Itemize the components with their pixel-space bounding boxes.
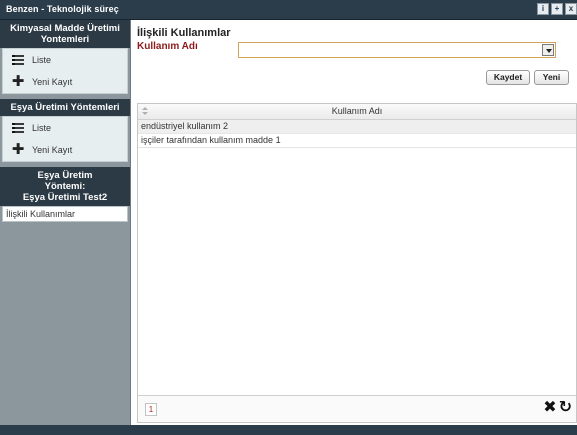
window-controls: i + x: [537, 3, 577, 15]
context-header: Eşya Üretim Yöntemi: Eşya Üretimi Test2: [0, 167, 130, 206]
sidebar-item-label: Liste: [32, 55, 52, 65]
close-icon[interactable]: x: [565, 3, 577, 15]
sidebar-item-label: Liste: [32, 123, 52, 133]
sidebar-item-article-list[interactable]: Liste: [3, 117, 127, 139]
sidebar: Kimyasal Madde Üretimi Yontemleri Liste …: [0, 20, 131, 425]
sidebar-item-label: Yeni Kayıt: [32, 77, 73, 87]
list-icon: [11, 121, 25, 135]
delete-icon[interactable]: ✖: [543, 399, 556, 417]
sidebar-item-article-new[interactable]: ✚ Yeni Kayıt: [3, 139, 127, 161]
page-number-button[interactable]: 1: [145, 403, 157, 416]
list-icon: [11, 53, 25, 67]
info-icon[interactable]: i: [537, 3, 549, 15]
usage-grid: Kullanım Adı endüstriyel kullanım 2 işçi…: [137, 103, 577, 423]
grid-header[interactable]: Kullanım Adı: [138, 104, 576, 120]
grid-footer-icons: ✖ ↻: [543, 399, 572, 417]
sidebar-item-label: Yeni Kayıt: [32, 145, 73, 155]
chevron-down-icon[interactable]: [542, 44, 554, 56]
new-button[interactable]: Yeni: [534, 70, 569, 85]
main-panel: İlişkili Kullanımlar Kullanım Adı Kaydet…: [131, 20, 577, 425]
context-header-line: Eşya Üretim: [37, 170, 93, 181]
context-header-line: Eşya Üretimi Test2: [22, 192, 108, 203]
table-row[interactable]: endüstriyel kullanım 2: [138, 120, 576, 134]
section-menu-chemical: Liste ✚ Yeni Kayıt: [2, 48, 128, 94]
save-button[interactable]: Kaydet: [486, 70, 530, 85]
plus-icon: ✚: [11, 73, 25, 90]
page-title: İlişkili Kullanımlar: [137, 27, 231, 39]
title-bar: Benzen - Teknolojik süreç i + x: [0, 0, 577, 20]
grid-footer: 1 ✖ ↻: [138, 395, 576, 422]
column-header-usage-name[interactable]: Kullanım Adı: [138, 106, 576, 116]
usage-name-select[interactable]: [238, 42, 556, 58]
status-bar: [0, 425, 577, 435]
section-menu-article: Liste ✚ Yeni Kayıt: [2, 116, 128, 162]
app-title: Benzen - Teknolojik süreç: [6, 4, 119, 14]
refresh-icon[interactable]: ↻: [559, 399, 572, 417]
table-row[interactable]: işçiler tarafından kullanım madde 1: [138, 134, 576, 148]
plus-icon: ✚: [11, 141, 25, 158]
sidebar-item-chemical-new[interactable]: ✚ Yeni Kayıt: [3, 71, 127, 93]
expand-icon[interactable]: +: [551, 3, 563, 15]
section-header-chemical-methods: Kimyasal Madde Üretimi Yontemleri: [0, 20, 130, 48]
sidebar-item-chemical-list[interactable]: Liste: [3, 49, 127, 71]
sidebar-item-related-uses[interactable]: İlişkili Kullanımlar: [2, 206, 128, 222]
section-header-article-methods: Eşya Üretimi Yöntemleri: [0, 99, 130, 116]
context-header-line: Yöntemi:: [44, 181, 86, 192]
usage-name-label: Kullanım Adı: [137, 41, 198, 52]
